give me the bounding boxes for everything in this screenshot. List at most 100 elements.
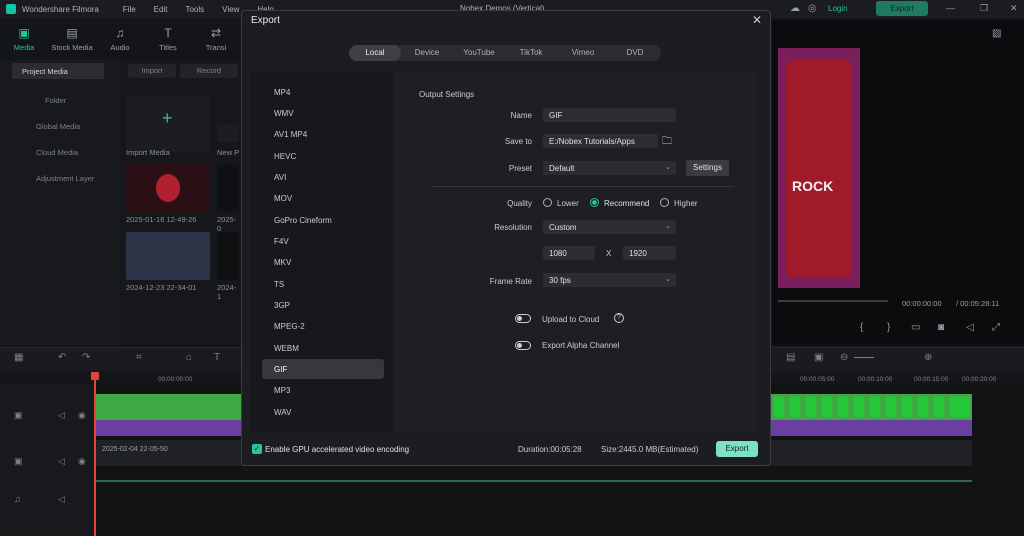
project-media-item[interactable]: Project Media [12,63,104,79]
toolbar-titles[interactable]: T Titles [144,20,192,58]
fullscreen-icon[interactable]: ⤢ [992,322,1000,333]
playhead-handle[interactable] [91,372,99,380]
format-item[interactable]: MP3 [274,386,290,395]
login-link[interactable]: Login [828,4,848,13]
height-input[interactable]: 1920 [623,246,676,260]
quality-lower-radio[interactable] [543,198,552,207]
split-view-icon[interactable]: ▦ [14,352,23,363]
tag-icon[interactable]: ⌂ [186,352,192,363]
width-input[interactable]: 1080 [543,246,595,260]
track-audio-icon: ♫ [14,494,21,504]
text-icon[interactable]: T [214,352,220,363]
save-path-field[interactable]: E:/Nobex Tutorials/Apps [543,134,658,148]
undo-icon[interactable]: ↶ [58,352,66,363]
toolbar-stock-media[interactable]: ▤ Stock Media [48,20,96,58]
format-item[interactable]: MPEG-2 [274,322,305,331]
media-thumbnail[interactable] [126,232,210,280]
media-thumbnail[interactable] [217,164,239,212]
transitions-icon: ⇄ [210,26,222,40]
settings-button[interactable]: Settings [686,160,729,176]
restore-icon[interactable]: ❐ [980,3,988,14]
format-item[interactable]: WMV [274,109,294,118]
ruler-tick: 00:00:15:00 [914,376,949,383]
crop-icon[interactable]: ⌗ [136,352,142,363]
upload-cloud-toggle[interactable] [515,314,531,323]
media-thumbnail[interactable] [217,232,239,280]
quality-recommend-radio[interactable] [590,198,599,207]
minimize-icon[interactable]: — [946,3,955,13]
format-item[interactable]: HEVC [274,152,296,161]
tab-vimeo[interactable]: Vimeo [557,45,609,61]
track-visibility-icon[interactable]: ◉ [78,456,86,467]
resolution-select[interactable]: Custom ⌄ [543,220,676,234]
menu-file[interactable]: File [123,5,136,14]
import-button[interactable]: Import [128,64,176,78]
grid-icon[interactable]: ▤ [786,352,795,363]
window-close-icon[interactable]: ✕ [1010,3,1018,14]
tab-device[interactable]: Device [401,45,453,61]
tab-dvd[interactable]: DVD [609,45,661,61]
image-icon[interactable]: ▨ [992,28,1001,39]
cloud-icon[interactable]: ☁ [790,3,800,14]
toolbar-transitions[interactable]: ⇄ Transi [192,20,240,58]
display-icon[interactable]: ▭ [911,322,920,333]
toolbar-audio[interactable]: ♫ Audio [96,20,144,58]
format-item-selected[interactable]: GIF [274,365,287,374]
menu-tools[interactable]: Tools [185,5,204,14]
audio-waveform[interactable] [94,476,972,486]
volume-icon[interactable]: ◁ [966,322,974,333]
account-icon[interactable]: ◎ [808,3,817,14]
quality-higher-radio[interactable] [660,198,669,207]
track-mute-icon[interactable]: ◁ [58,410,65,421]
format-item[interactable]: WEBM [274,344,299,353]
toolbar-transitions-label: Transi [205,43,227,52]
folder-icon[interactable]: 🗀 [662,134,672,151]
format-item[interactable]: F4V [274,237,289,246]
help-icon[interactable]: ? [614,313,624,323]
format-item[interactable]: AVI [274,173,286,182]
size-text: Size:2445.0 MB(Estimated) [601,445,699,454]
preview-video[interactable] [786,60,852,278]
menu-view[interactable]: View [222,5,239,14]
adjustment-layer-item[interactable]: Adjustment Layer [36,174,94,183]
format-item[interactable]: GoPro Cineform [274,216,332,225]
record-button[interactable]: Record [180,64,238,78]
zoom-slider[interactable] [854,357,874,358]
dialog-close-icon[interactable]: ✕ [752,13,762,27]
preview-progress[interactable] [778,300,888,302]
new-project-tile[interactable] [217,124,239,142]
alpha-channel-toggle[interactable] [515,341,531,350]
snapshot-icon[interactable]: ◙ [938,322,944,333]
format-item[interactable]: TS [274,280,284,289]
format-item[interactable]: MKV [274,258,291,267]
redo-icon[interactable]: ↷ [82,352,90,363]
format-item[interactable]: MOV [274,194,292,203]
track-visibility-icon[interactable]: ◉ [78,410,86,421]
mark-out-icon[interactable]: } [887,322,890,333]
toolbar-media[interactable]: ▣ Media [0,20,48,58]
export-button[interactable]: Export [716,441,758,457]
folder-item[interactable]: Folder [45,96,66,105]
track-mute-icon[interactable]: ◁ [58,494,65,505]
tab-tiktok[interactable]: TikTok [505,45,557,61]
frame-rate-select[interactable]: 30 fps ⌄ [543,273,676,287]
marker-icon[interactable]: ▣ [814,352,823,363]
zoom-out-icon[interactable]: ⊖ [840,352,848,363]
format-item[interactable]: AV1 MP4 [274,130,307,139]
format-item[interactable]: 3GP [274,301,290,310]
preset-select[interactable]: Default ⌄ [543,161,676,175]
format-item[interactable]: WAV [274,408,291,417]
playhead[interactable] [94,372,96,536]
global-media-item[interactable]: Global Media [36,122,80,131]
mark-in-icon[interactable]: { [860,322,863,333]
tab-local[interactable]: Local [349,45,401,61]
name-field[interactable]: GIF [543,108,676,122]
cloud-media-item[interactable]: Cloud Media [36,148,78,157]
add-track-icon[interactable]: ⊕ [924,352,932,363]
track-mute-icon[interactable]: ◁ [58,456,65,467]
tab-youtube[interactable]: YouTube [453,45,505,61]
gpu-checkbox[interactable]: ✓ [252,444,262,454]
top-export-button[interactable]: Export [876,1,928,16]
menu-edit[interactable]: Edit [154,5,168,14]
format-item[interactable]: MP4 [274,88,290,97]
